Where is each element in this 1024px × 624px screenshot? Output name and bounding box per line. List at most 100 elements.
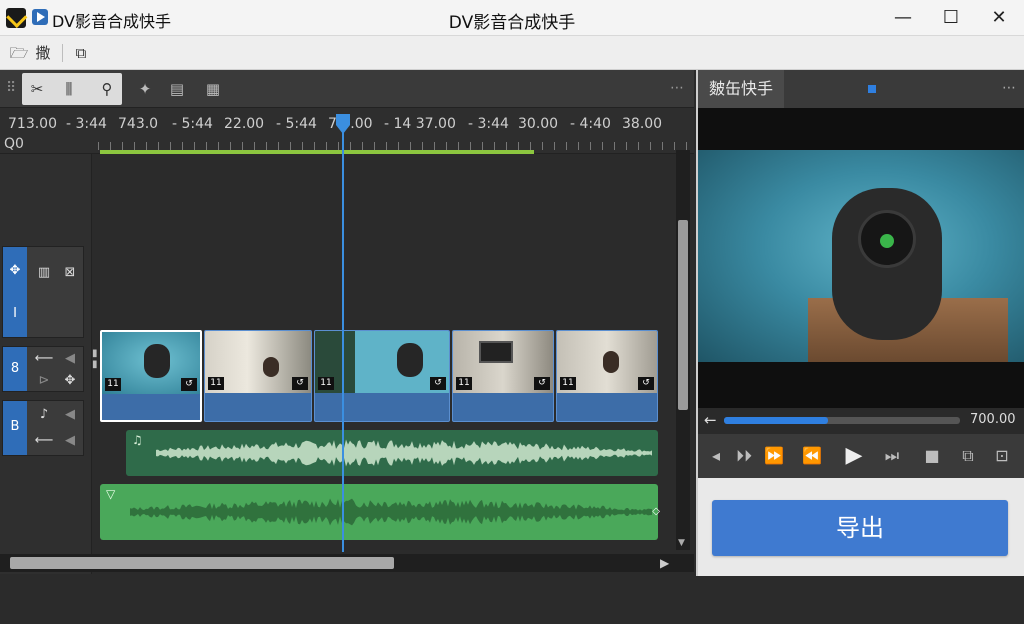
stop-button[interactable]: ■	[920, 444, 944, 468]
next-button[interactable]: ⏭	[880, 444, 904, 468]
music-note-icon[interactable]: ♪	[33, 405, 55, 425]
track-mute-icon[interactable]: ◀	[59, 431, 81, 451]
copy-icon[interactable]: ⧉	[70, 43, 92, 63]
status-dot	[868, 85, 876, 93]
clip-badge-right: ↺	[292, 377, 308, 390]
main-toolbar: 🗁 撒 ⧉	[0, 36, 1024, 70]
playhead-line[interactable]	[342, 116, 344, 552]
audio-clip-1[interactable]: ♫	[126, 430, 658, 476]
maximize-button[interactable]: ☐	[928, 0, 974, 36]
track-disable-icon[interactable]: ⊳	[33, 371, 55, 391]
toolbar-divider	[62, 44, 63, 62]
prev-frame-button[interactable]: ◂	[704, 444, 728, 468]
video-clip[interactable]: 11 ↺	[204, 330, 312, 422]
grid-tool-icon[interactable]: ▦	[202, 79, 224, 99]
video-track-number: I	[13, 306, 17, 321]
clip-badge-left: 11	[318, 377, 334, 390]
video-track-header: ✥ I ▥ ⊠	[2, 246, 84, 338]
editor-toolbar: ⠿ ✂ ⫼ ⚲ ✦ ▤ ▦ ⋯	[0, 70, 694, 108]
speaker-image	[397, 343, 423, 377]
back-arrow-icon[interactable]: ←	[704, 411, 717, 429]
title-bar: DV影音合成快手 DV影音合成快手 — ☐ ✕	[0, 0, 1024, 36]
timeline-editor: ⠿ ✂ ⫼ ⚲ ✦ ▤ ▦ ⋯ 713.00 - 3:44 743.0 - 5:…	[0, 70, 694, 576]
ruler-sub-label: Q0	[4, 136, 24, 152]
video-track-side[interactable]: ✥ I	[3, 247, 27, 337]
grip-icon[interactable]: ⠿	[6, 80, 16, 96]
track-image-icon[interactable]: ⊠	[59, 263, 81, 283]
track-move-icon[interactable]: ✥	[59, 371, 81, 391]
text-tool-icon[interactable]: ▤	[166, 79, 188, 99]
audio-clip-2[interactable]: ▽ ◇	[100, 484, 660, 540]
scroll-right-arrow[interactable]: ▶	[660, 556, 669, 570]
clip-badge-left: 11	[456, 377, 472, 390]
open-file-icon[interactable]: 🗁	[8, 43, 30, 63]
video-preview[interactable]	[698, 108, 1024, 408]
close-button[interactable]: ✕	[976, 0, 1022, 36]
ruler-ticks	[98, 142, 692, 150]
ruler-label: - 5:44	[276, 116, 317, 132]
play-button[interactable]: ▶	[842, 444, 866, 468]
video-clip[interactable]: 11 ↺	[556, 330, 658, 422]
preview-more-icon[interactable]: ⋯	[1002, 80, 1016, 96]
audio-track-2-side[interactable]: B	[3, 401, 27, 455]
ruler-label: - 3:44	[468, 116, 509, 132]
preview-tab[interactable]: 麬缶快手	[698, 70, 784, 108]
person-image	[603, 351, 619, 373]
effects-icon[interactable]: ✦	[134, 79, 156, 99]
fast-forward-button[interactable]: ⏩	[762, 444, 786, 468]
track-mute-icon[interactable]: ◀	[59, 405, 81, 425]
speaker-image	[832, 188, 942, 340]
clip-badge-right: ↺	[534, 377, 550, 390]
clip-thumbnail	[315, 331, 449, 393]
rewind-button[interactable]: ⏪	[800, 444, 824, 468]
editor-more-icon[interactable]: ⋯	[670, 80, 684, 96]
zoom-icon[interactable]: ⚲	[96, 79, 118, 99]
person-image	[263, 357, 279, 377]
minimize-button[interactable]: —	[880, 0, 926, 36]
ruler-label: 30.00	[518, 116, 559, 132]
playback-controls: ◂ ⏵⏵ ⏩ ⏪ ▶ ⏭ ■ ⧉ ⊡	[698, 434, 1024, 478]
vertical-scroll-thumb[interactable]	[678, 220, 688, 410]
export-button[interactable]: 导出	[712, 500, 1008, 556]
speaker-image	[144, 344, 170, 378]
speaker-light	[880, 234, 894, 248]
trim-tool-icon[interactable]: ⫼	[58, 79, 80, 99]
track-mute-icon[interactable]: ◀	[59, 349, 81, 369]
scroll-down-arrow[interactable]: ▼	[678, 538, 685, 548]
ruler-label: - 3:44	[66, 116, 107, 132]
ruler-label: 38.00	[622, 116, 663, 132]
project-menu-button[interactable]: 撒	[32, 43, 54, 63]
audio-track-1-number: 8	[10, 361, 20, 376]
progress-track[interactable]	[724, 417, 960, 424]
video-clip[interactable]: 11 ↺	[100, 330, 202, 422]
app-badge-icon	[32, 9, 48, 25]
clip-badge-left: 11	[560, 377, 576, 390]
audio-track-2-header: B ♪ ◀ ⟵ ◀	[2, 400, 84, 456]
audio-track-2-number: B	[10, 419, 20, 434]
ruler-label: - 5:44	[172, 116, 213, 132]
fullscreen-icon[interactable]: ⊡	[990, 444, 1014, 468]
preview-scene	[698, 150, 1024, 362]
clip-badge-right: ↺	[638, 377, 654, 390]
track-back-icon[interactable]: ⟵	[33, 349, 55, 369]
video-clip[interactable]: 11 ↺	[314, 330, 450, 422]
clip-badge-right: ↺	[430, 377, 446, 390]
snapshot-icon[interactable]: ⧉	[956, 444, 980, 468]
step-forward-button[interactable]: ⏵⏵	[732, 444, 756, 468]
audio-track-1-side[interactable]: 8	[3, 347, 27, 391]
horizontal-scroll-thumb[interactable]	[10, 557, 394, 569]
split-tool-icon[interactable]: ✂	[26, 79, 48, 99]
time-display: 700.00	[970, 412, 1016, 427]
clip-badge-left: 11	[208, 377, 224, 390]
track-book-icon[interactable]: ▥	[33, 263, 55, 283]
track-back-icon[interactable]: ⟵	[33, 431, 55, 451]
audio-waveform	[130, 498, 652, 526]
horizontal-scrollbar[interactable]: ▶	[0, 554, 694, 572]
ruler-label: - 14 37.00	[384, 116, 456, 132]
video-clip[interactable]: 11 ↺	[452, 330, 554, 422]
ruler-label: - 4:40	[570, 116, 611, 132]
vertical-scrollbar[interactable]: ▼	[676, 150, 690, 550]
ruler-label: 7.5.00	[328, 116, 373, 132]
preview-panel: 麬缶快手 ⋯ ← 700.00 ◂ ⏵⏵ ⏩ ⏪ ▶ ⏭ ■ ⧉ ⊡ 导出	[696, 70, 1024, 576]
ruler-label: 743.0	[118, 116, 159, 132]
